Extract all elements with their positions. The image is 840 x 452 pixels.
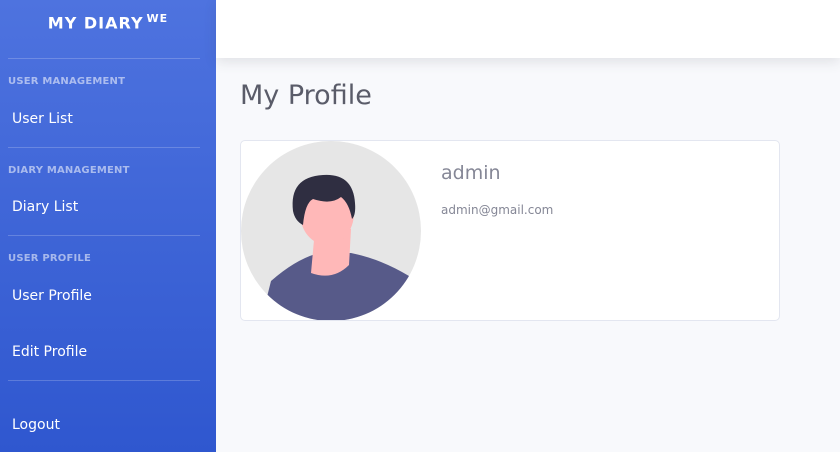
profile-name: admin xyxy=(441,162,501,184)
brand-logo[interactable]: MY DIARY WE xyxy=(48,12,168,32)
page-title: My Profile xyxy=(240,80,372,111)
brand[interactable]: MY DIARY WE xyxy=(0,0,216,58)
sidebar-item-user-list[interactable]: User List xyxy=(12,111,73,127)
sidebar-item-logout[interactable]: Logout xyxy=(12,417,60,433)
brand-title: MY DIARY xyxy=(47,13,144,33)
sidebar-item-diary-list[interactable]: Diary List xyxy=(12,199,78,215)
sidebar-divider xyxy=(8,380,200,381)
sidebar-divider xyxy=(8,235,200,236)
user-avatar-icon xyxy=(241,141,421,320)
profile-card: admin admin@gmail.com xyxy=(240,140,780,321)
sidebar-divider xyxy=(8,58,200,59)
sidebar-item-user-profile[interactable]: User Profile xyxy=(12,288,92,304)
brand-superscript: WE xyxy=(146,12,169,25)
sidebar-item-edit-profile[interactable]: Edit Profile xyxy=(12,344,87,360)
sidebar-heading-user-management: USER MANAGEMENT xyxy=(8,76,126,87)
sidebar-heading-diary-management: DIARY MANAGEMENT xyxy=(8,165,130,176)
sidebar-heading-user-profile: USER PROFILE xyxy=(8,253,92,264)
sidebar-divider xyxy=(8,147,200,148)
profile-email: admin@gmail.com xyxy=(441,203,554,217)
topbar xyxy=(216,0,840,58)
sidebar: MY DIARY WE USER MANAGEMENT User List DIA… xyxy=(0,0,216,452)
